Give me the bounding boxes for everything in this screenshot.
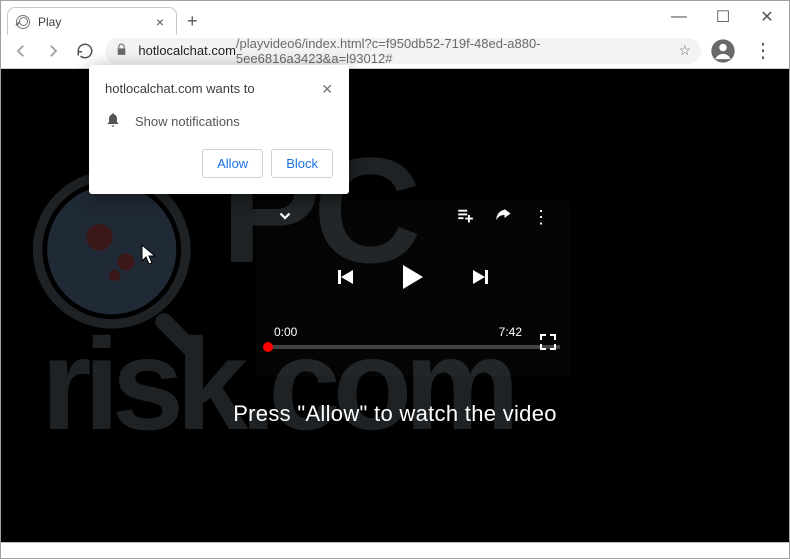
new-tab-button[interactable]: + xyxy=(177,11,208,32)
permission-item: Show notifications xyxy=(135,114,240,129)
player-time-row: 0:00 7:42 xyxy=(256,321,570,341)
duration: 7:42 xyxy=(499,325,522,339)
allow-button[interactable]: Allow xyxy=(202,149,263,178)
back-button[interactable] xyxy=(9,39,33,63)
more-vertical-icon[interactable]: ⋮ xyxy=(532,207,550,228)
collapse-icon[interactable] xyxy=(276,206,294,229)
permission-title: hotlocalchat.com wants to xyxy=(105,81,255,98)
progress-thumb[interactable] xyxy=(263,342,273,352)
url-field[interactable]: hotlocalchat.com/playvideo6/index.html?c… xyxy=(105,38,701,64)
share-icon[interactable] xyxy=(494,206,512,229)
next-track-button[interactable] xyxy=(473,270,488,284)
reload-button[interactable] xyxy=(73,39,97,63)
instruction-text: Press "Allow" to watch the video xyxy=(1,401,789,427)
block-button[interactable]: Block xyxy=(271,149,333,178)
window-close-button[interactable]: ✕ xyxy=(745,5,789,29)
fullscreen-button[interactable] xyxy=(540,334,556,350)
url-host: hotlocalchat.com xyxy=(138,43,236,58)
permission-close-button[interactable]: ✕ xyxy=(321,81,333,98)
browser-menu-button[interactable]: ⋮ xyxy=(745,38,781,63)
globe-icon xyxy=(16,15,30,29)
forward-button[interactable] xyxy=(41,39,65,63)
current-time: 0:00 xyxy=(274,325,297,339)
browser-tab[interactable]: Play × xyxy=(7,7,177,35)
playlist-add-icon[interactable] xyxy=(456,206,474,229)
progress-track[interactable] xyxy=(266,345,560,349)
window-minimize-button[interactable]: — xyxy=(657,5,701,29)
bottom-status-strip xyxy=(1,542,789,558)
lock-icon xyxy=(115,43,130,59)
window-controls: — ☐ ✕ xyxy=(657,1,789,33)
bell-icon xyxy=(105,112,121,131)
profile-button[interactable] xyxy=(709,37,737,65)
url-path: /playvideo6/index.html?c=f950db52-719f-4… xyxy=(236,36,679,66)
player-top-bar: ⋮ xyxy=(256,201,570,233)
tabs-area: Play × + xyxy=(1,1,208,35)
player-center-controls xyxy=(256,233,570,321)
window-maximize-button[interactable]: ☐ xyxy=(701,5,745,29)
address-bar: hotlocalchat.com/playvideo6/index.html?c… xyxy=(1,33,789,69)
play-button[interactable] xyxy=(403,265,423,289)
notification-permission-dialog: hotlocalchat.com wants to ✕ Show notific… xyxy=(89,65,349,194)
bookmark-star-icon[interactable]: ☆ xyxy=(678,42,691,59)
tab-title: Play xyxy=(38,15,152,29)
video-player: ⋮ 0:00 7:42 xyxy=(256,201,570,376)
previous-track-button[interactable] xyxy=(338,270,353,284)
title-bar: Play × + — ☐ ✕ xyxy=(1,1,789,33)
tab-close-button[interactable]: × xyxy=(152,14,168,30)
